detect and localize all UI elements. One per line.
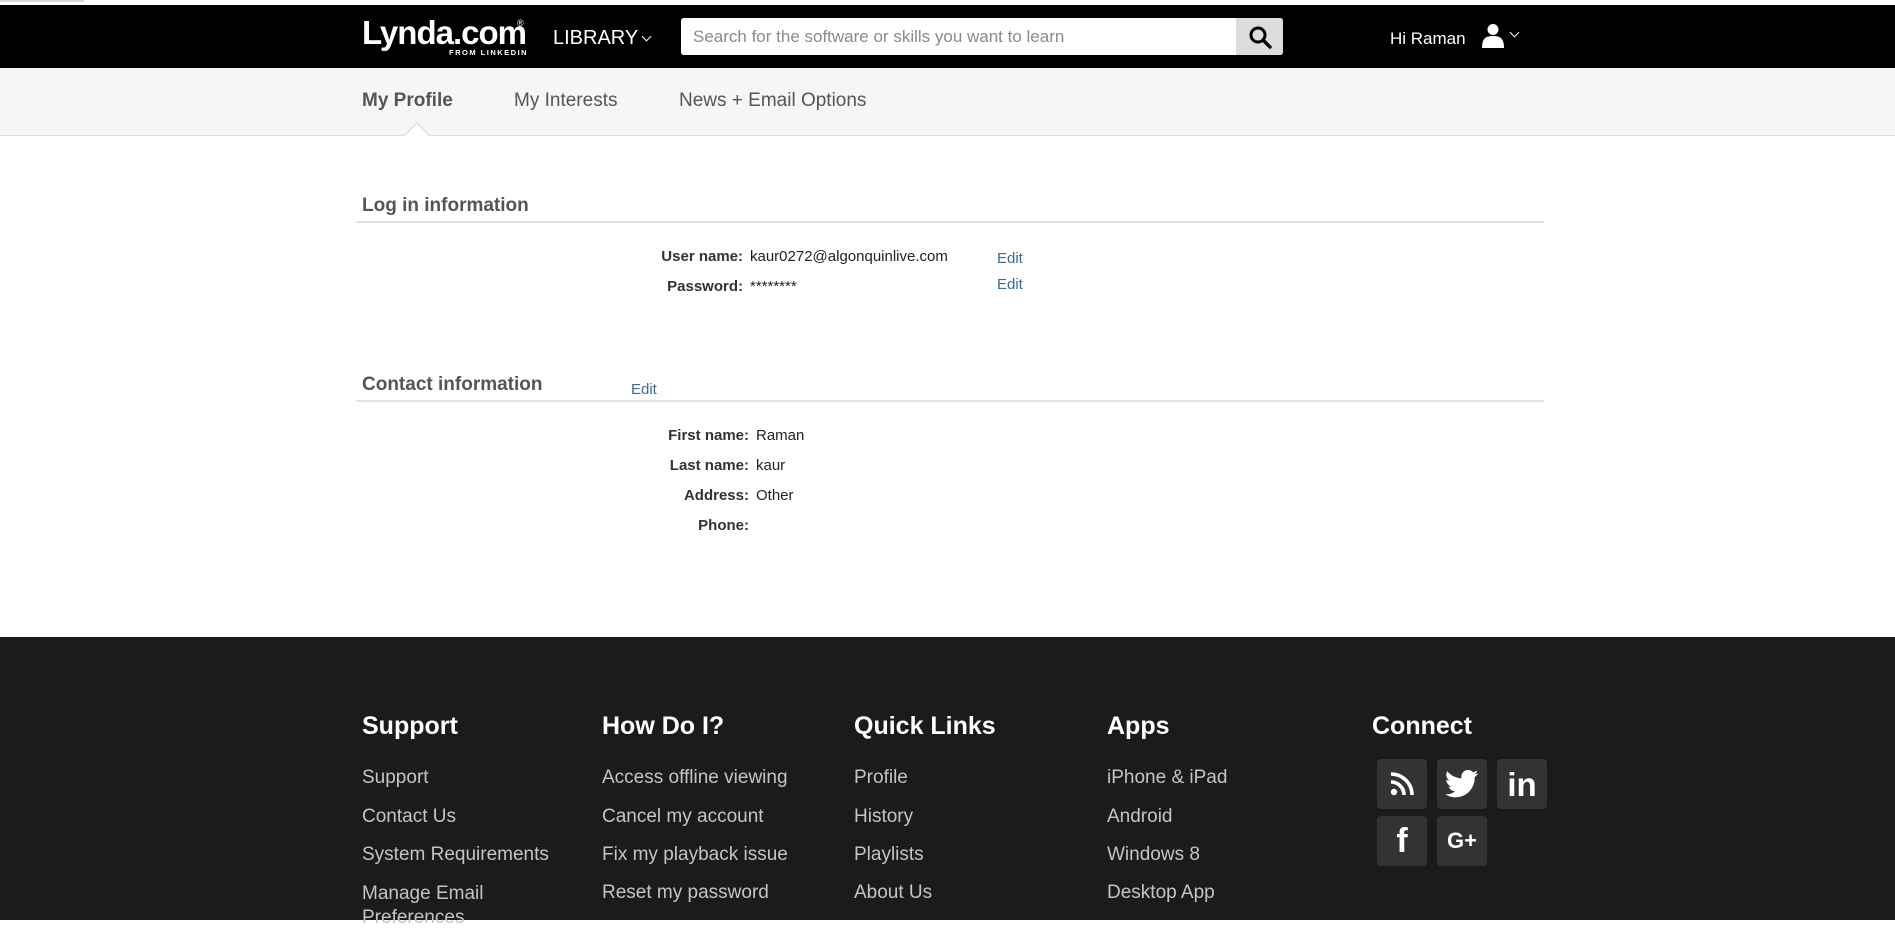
footer-link-fix-playback[interactable]: Fix my playback issue [602, 844, 788, 866]
twitter-button[interactable] [1437, 759, 1487, 809]
chevron-down-icon [641, 31, 652, 41]
user-menu[interactable] [1480, 22, 1520, 48]
username-label: User name: [661, 248, 743, 265]
password-label: Password: [667, 278, 743, 295]
twitter-icon [1445, 769, 1479, 798]
facebook-icon: f [1396, 822, 1408, 860]
tab-my-interests[interactable]: My Interests [514, 90, 617, 112]
footer-link-system-requirements[interactable]: System Requirements [362, 844, 549, 866]
logo-brand: Lynda.com [362, 14, 527, 51]
footer-link-support[interactable]: Support [362, 767, 429, 789]
library-menu[interactable]: LIBRARY [553, 27, 652, 50]
footer-link-cancel-account[interactable]: Cancel my account [602, 806, 764, 828]
footer-link-windows-8[interactable]: Windows 8 [1107, 844, 1200, 866]
site-footer: Support Support Contact Us System Requir… [0, 637, 1895, 928]
footer-howdoi-title: How Do I? [602, 712, 725, 740]
last-name-value: kaur [756, 457, 786, 474]
profile-tabs: My Profile My Interests News + Email Opt… [0, 68, 1895, 137]
tab-news-email-options[interactable]: News + Email Options [679, 90, 866, 112]
footer-link-about-us[interactable]: About Us [854, 882, 932, 904]
last-name-label: Last name: [669, 457, 749, 474]
google-plus-button[interactable]: G+ [1437, 816, 1487, 866]
user-greeting: Hi Raman [1390, 29, 1466, 48]
active-tab-indicator-fill [404, 124, 430, 137]
facebook-button[interactable]: f [1377, 816, 1427, 866]
footer-link-iphone-ipad[interactable]: iPhone & iPad [1107, 767, 1227, 789]
library-label: LIBRARY [553, 27, 639, 49]
user-icon [1482, 24, 1504, 48]
search-icon [1249, 26, 1272, 49]
google-plus-icon: G+ [1447, 828, 1477, 853]
footer-link-reset-password[interactable]: Reset my password [602, 882, 769, 904]
search-bar [681, 18, 1283, 55]
rss-button[interactable] [1377, 759, 1427, 809]
username-value: kaur0272@algonquinlive.com [750, 248, 948, 265]
address-label: Address: [683, 487, 749, 504]
footer-link-contact-us[interactable]: Contact Us [362, 806, 456, 828]
logo-registered-mark: ® [517, 18, 524, 28]
footer-link-offline-viewing[interactable]: Access offline viewing [602, 767, 788, 789]
footer-connect-title: Connect [1372, 712, 1472, 740]
footer-link-playlists[interactable]: Playlists [854, 844, 924, 866]
footer-link-profile[interactable]: Profile [854, 767, 908, 789]
edit-contact-link[interactable]: Edit [631, 381, 657, 398]
footer-link-android[interactable]: Android [1107, 806, 1173, 828]
login-section-title: Log in information [362, 195, 529, 216]
edit-username-link[interactable]: Edit [997, 250, 1023, 267]
linkedin-button[interactable]: in [1497, 759, 1547, 809]
first-name-label: First name: [668, 427, 749, 444]
chevron-down-icon [1509, 27, 1520, 38]
search-button[interactable] [1236, 18, 1283, 55]
contact-section-title: Contact information [362, 374, 543, 395]
linkedin-icon: in [1507, 765, 1537, 803]
address-value: Other [756, 487, 794, 504]
footer-link-history[interactable]: History [854, 806, 913, 828]
footer-apps-title: Apps [1107, 712, 1170, 740]
footer-link-manage-email[interactable]: Manage Email Preferences [362, 882, 562, 930]
rss-icon [1390, 772, 1414, 796]
password-value: ******** [750, 278, 797, 295]
lynda-logo[interactable]: Lynda.com ® FROM LINKEDIN [362, 14, 527, 57]
logo-subtitle: FROM LINKEDIN [449, 48, 529, 57]
first-name-value: Raman [756, 427, 805, 444]
search-input[interactable] [681, 18, 1236, 55]
section-divider [356, 400, 1544, 402]
site-header: Lynda.com ® FROM LINKEDIN LIBRARY Hi Ram… [0, 5, 1895, 68]
footer-link-desktop-app[interactable]: Desktop App [1107, 882, 1215, 904]
footer-quicklinks-title: Quick Links [854, 712, 996, 740]
edit-password-link[interactable]: Edit [997, 276, 1023, 293]
tab-my-profile[interactable]: My Profile [362, 90, 453, 112]
phone-label: Phone: [698, 517, 749, 534]
browser-tab-edge [0, 0, 84, 2]
section-divider [356, 221, 1544, 223]
footer-support-title: Support [362, 712, 458, 740]
